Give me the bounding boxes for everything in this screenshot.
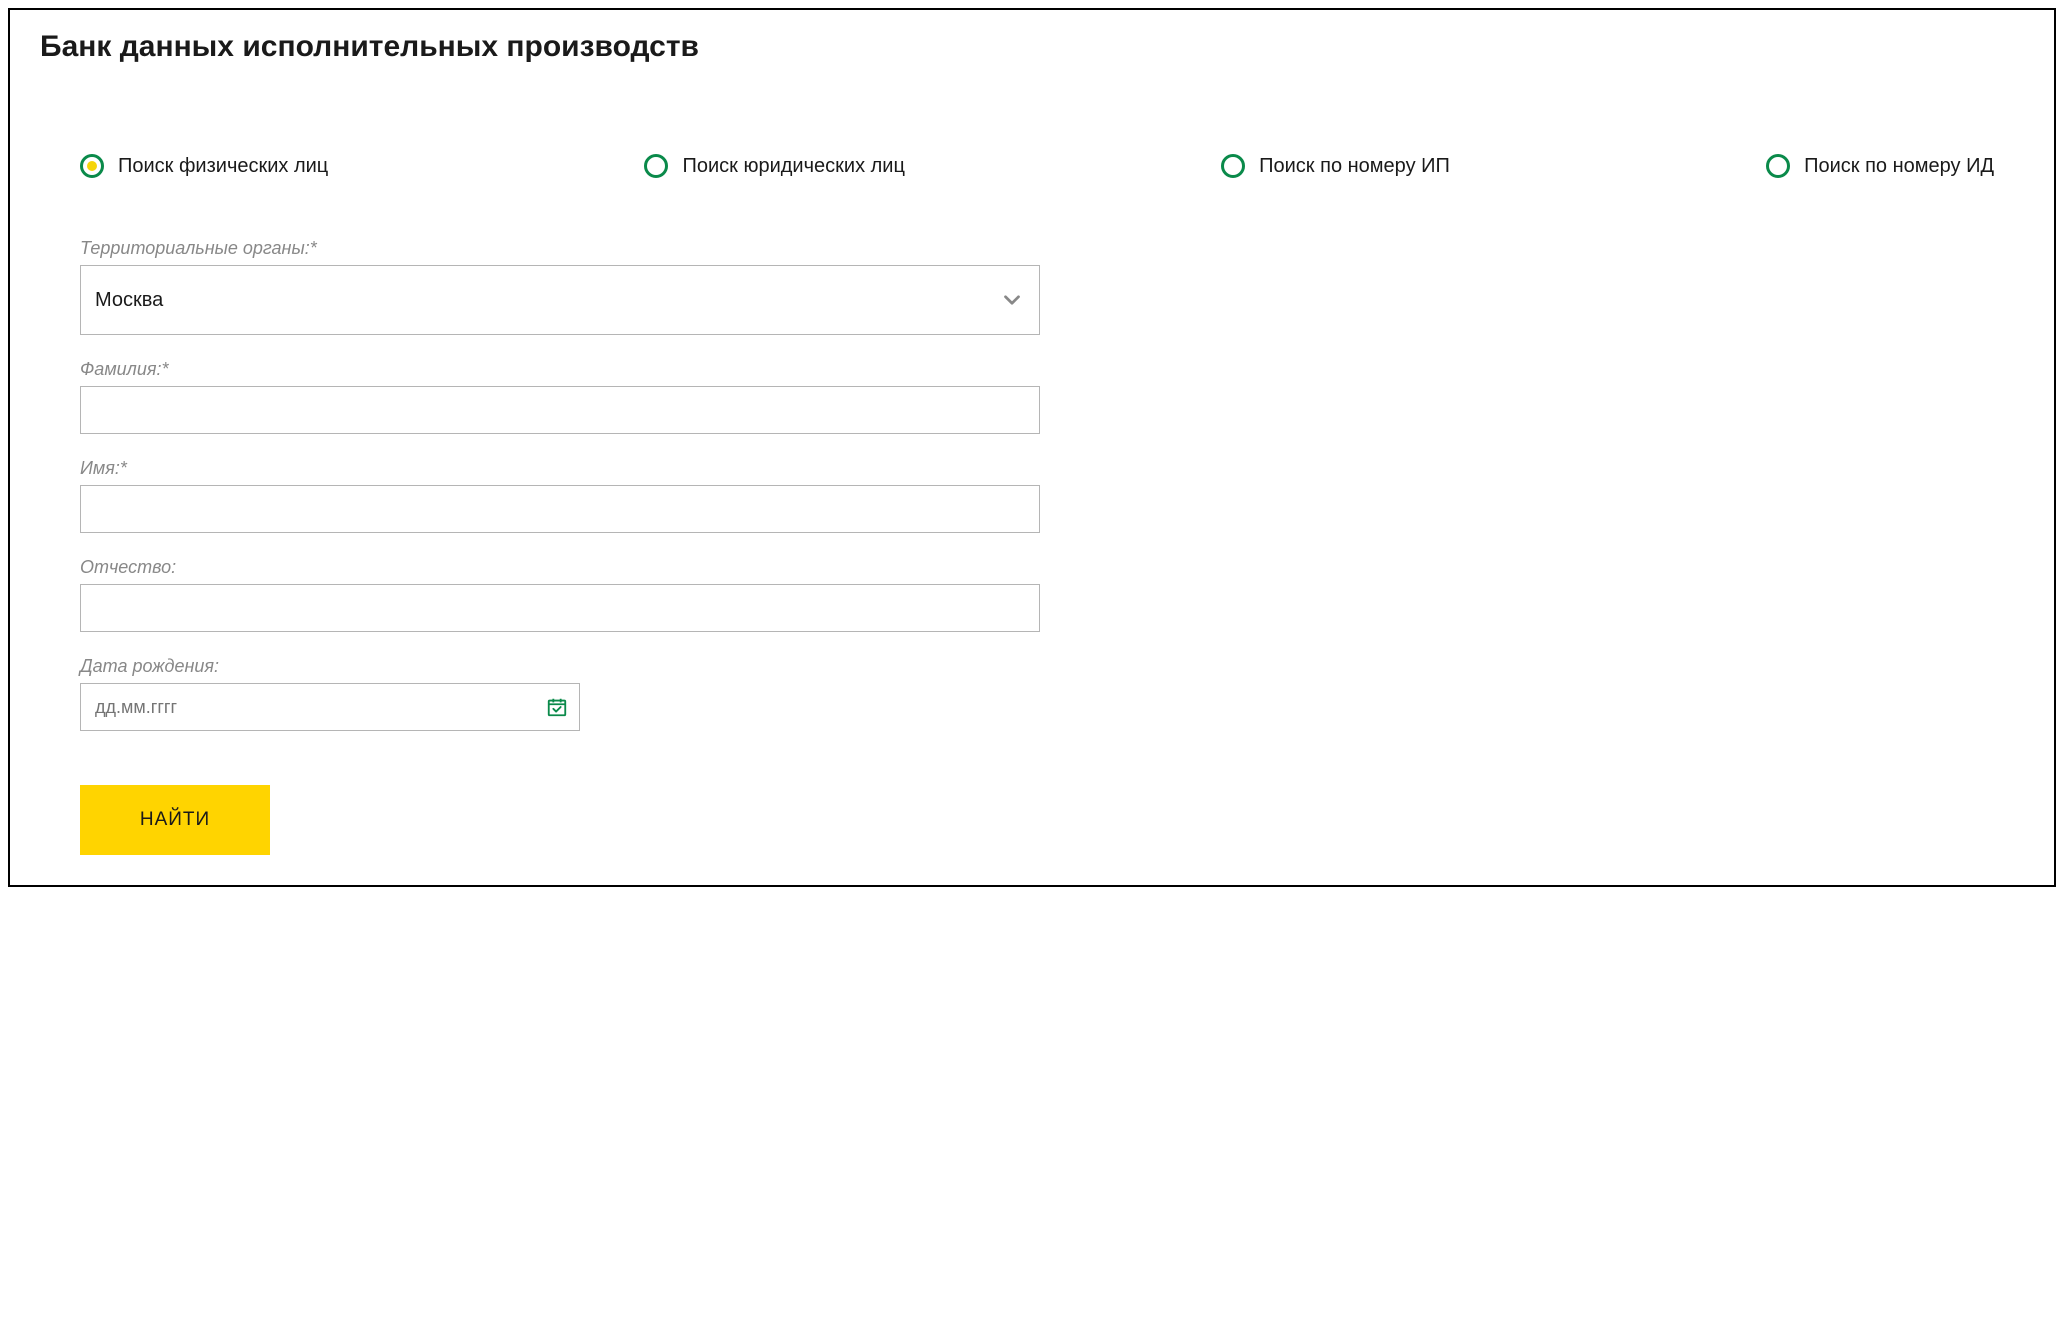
search-type-radio-group: Поиск физических лиц Поиск юридических л… (40, 154, 2024, 178)
territory-select[interactable]: Москва (80, 265, 1040, 335)
radio-icon (80, 154, 104, 178)
chevron-down-icon (999, 287, 1025, 313)
birthdate-input[interactable] (80, 683, 580, 731)
territory-label: Территориальные органы:* (80, 238, 1984, 259)
field-surname: Фамилия:* (80, 359, 1984, 434)
patronymic-label: Отчество: (80, 557, 1984, 578)
page-title: Банк данных исполнительных производств (40, 30, 2024, 64)
search-button[interactable]: НАЙТИ (80, 785, 270, 855)
field-birthdate: Дата рождения: (80, 656, 1984, 731)
radio-search-id-number[interactable]: Поиск по номеру ИД (1766, 154, 1994, 178)
name-label: Имя:* (80, 458, 1984, 479)
field-territory: Территориальные органы:* Москва (80, 238, 1984, 335)
radio-search-legal-entities[interactable]: Поиск юридических лиц (644, 154, 904, 178)
radio-icon (1766, 154, 1790, 178)
patronymic-input[interactable] (80, 584, 1040, 632)
name-input[interactable] (80, 485, 1040, 533)
calendar-icon[interactable] (546, 696, 568, 718)
radio-icon (644, 154, 668, 178)
field-name: Имя:* (80, 458, 1984, 533)
field-patronymic: Отчество: (80, 557, 1984, 632)
radio-label: Поиск юридических лиц (682, 155, 904, 178)
territory-value: Москва (95, 289, 163, 312)
radio-icon (1221, 154, 1245, 178)
radio-search-individuals[interactable]: Поиск физических лиц (80, 154, 328, 178)
form-fields: Территориальные органы:* Москва Фамилия:… (40, 238, 2024, 855)
surname-label: Фамилия:* (80, 359, 1984, 380)
radio-label: Поиск по номеру ИД (1804, 155, 1994, 178)
radio-search-ip-number[interactable]: Поиск по номеру ИП (1221, 154, 1450, 178)
radio-label: Поиск физических лиц (118, 155, 328, 178)
radio-label: Поиск по номеру ИП (1259, 155, 1450, 178)
search-form-window: Банк данных исполнительных производств П… (8, 8, 2056, 887)
surname-input[interactable] (80, 386, 1040, 434)
birthdate-label: Дата рождения: (80, 656, 1984, 677)
